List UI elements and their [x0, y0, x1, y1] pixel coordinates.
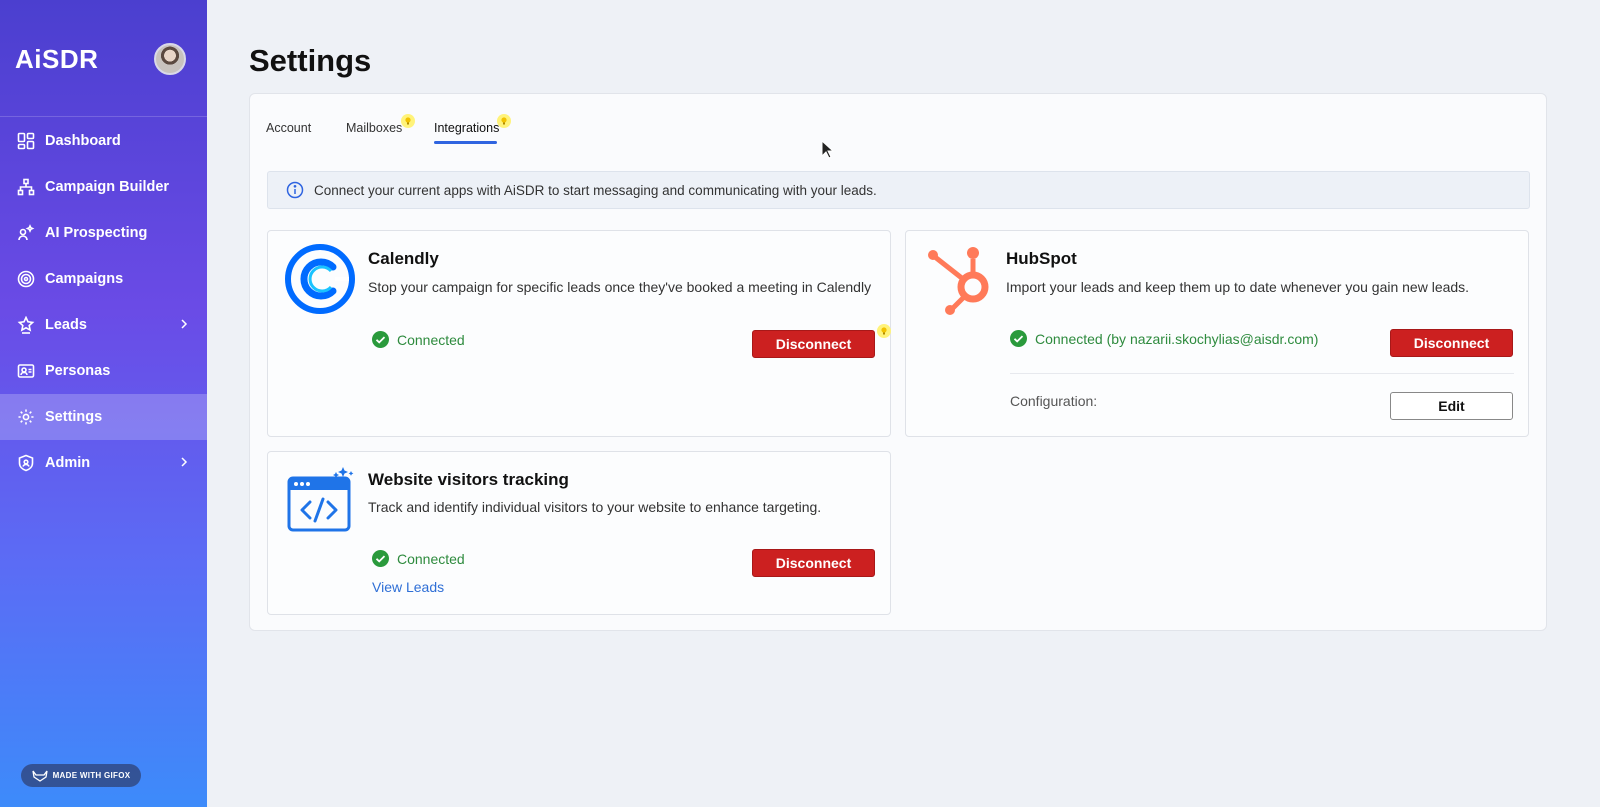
sidebar-item-settings[interactable]: Settings — [0, 394, 207, 440]
sidebar-item-leads[interactable]: Leads — [0, 302, 207, 348]
calendly-title: Calendly — [368, 249, 439, 268]
sidebar-item-label: Settings — [45, 409, 103, 425]
calendly-status: Connected — [372, 331, 465, 348]
card-divider — [1010, 373, 1514, 374]
sidebar-item-label: Campaigns — [45, 271, 124, 287]
info-banner: Connect your current apps with AiSDR to … — [267, 171, 1530, 209]
configuration-label: Configuration: — [1010, 393, 1098, 409]
sidebar-item-campaign-builder[interactable]: Campaign Builder — [0, 164, 207, 210]
sidebar-item-personas[interactable]: Personas — [0, 348, 207, 394]
hubspot-edit-button[interactable]: Edit — [1390, 392, 1513, 420]
sidebar-item-label: Dashboard — [45, 133, 121, 149]
info-text: Connect your current apps with AiSDR to … — [314, 182, 877, 198]
website-tracking-description: Track and identify individual visitors t… — [368, 499, 822, 515]
hubspot-status: Connected (by nazarii.skochylias@aisdr.c… — [1010, 330, 1318, 347]
calendly-description: Stop your campaign for specific leads on… — [368, 279, 872, 295]
sidebar-item-label: Campaign Builder — [45, 179, 170, 195]
sidebar-item-label: Personas — [45, 363, 111, 379]
target-icon — [16, 269, 36, 289]
star-person-icon — [16, 315, 36, 335]
mouse-cursor-icon — [821, 140, 835, 159]
tab-integrations[interactable]: Integrations — [434, 121, 499, 135]
chevron-right-icon — [181, 319, 188, 329]
hubspot-disconnect-button[interactable]: Disconnect — [1390, 329, 1513, 357]
sidebar-item-ai-prospecting[interactable]: AI Prospecting — [0, 210, 207, 256]
sidebar-item-campaigns[interactable]: Campaigns — [0, 256, 207, 302]
check-circle-icon — [372, 331, 389, 348]
campaign-builder-icon — [16, 177, 36, 197]
sidebar: AiSDR Dashboard Campaign Builder AI Pros… — [0, 0, 207, 807]
sidebar-item-label: AI Prospecting — [45, 225, 148, 241]
sidebar-nav: Dashboard Campaign Builder AI Prospectin… — [0, 118, 207, 486]
website-tracking-status: Connected — [372, 550, 465, 567]
lightbulb-icon[interactable] — [401, 114, 415, 128]
hubspot-title: HubSpot — [1006, 249, 1077, 268]
ai-prospecting-icon — [16, 223, 36, 243]
check-circle-icon — [372, 550, 389, 567]
avatar[interactable] — [154, 43, 186, 75]
sidebar-divider — [0, 116, 207, 117]
lightbulb-icon[interactable] — [497, 114, 511, 128]
shield-icon — [16, 453, 36, 473]
tab-mailboxes[interactable]: Mailboxes — [346, 121, 402, 135]
info-icon — [286, 181, 304, 199]
lightbulb-icon[interactable] — [877, 324, 891, 338]
hubspot-logo-icon — [928, 247, 989, 315]
calendly-logo-icon — [285, 244, 355, 314]
calendly-disconnect-button[interactable]: Disconnect — [752, 330, 875, 358]
website-tracking-card: Website visitors tracking Track and iden… — [267, 451, 891, 615]
sidebar-item-label: Admin — [45, 455, 91, 471]
sidebar-item-admin[interactable]: Admin — [0, 440, 207, 486]
gifox-badge: MADE WITH GIFOX — [21, 764, 141, 787]
tab-account[interactable]: Account — [266, 121, 311, 135]
website-tracking-title: Website visitors tracking — [368, 470, 569, 489]
gear-icon — [16, 407, 36, 427]
page-title: Settings — [249, 43, 372, 78]
hubspot-description: Import your leads and keep them up to da… — [1006, 279, 1470, 295]
chevron-right-icon — [181, 457, 188, 467]
hubspot-card: HubSpot Import your leads and keep them … — [905, 230, 1529, 437]
check-circle-icon — [1010, 330, 1027, 347]
brand-logo[interactable]: AiSDR — [15, 44, 98, 75]
calendly-card: Calendly Stop your campaign for specific… — [267, 230, 891, 437]
view-leads-link[interactable]: View Leads — [372, 579, 444, 595]
persona-card-icon — [16, 361, 36, 381]
sidebar-item-label: Leads — [45, 317, 87, 333]
dashboard-icon — [16, 131, 36, 151]
fox-icon — [31, 770, 48, 782]
sidebar-item-dashboard[interactable]: Dashboard — [0, 118, 207, 164]
active-tab-indicator — [434, 141, 497, 144]
website-tracking-disconnect-button[interactable]: Disconnect — [752, 549, 875, 577]
code-window-icon — [287, 467, 354, 532]
